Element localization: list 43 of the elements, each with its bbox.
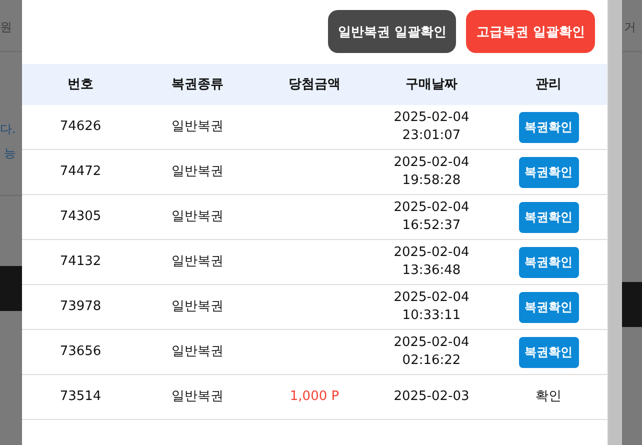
table-cell: 일반복권 — [172, 118, 224, 136]
table-cell: 2025-02-04 10:33:11 — [394, 289, 470, 325]
column-header: 번호 — [68, 76, 94, 94]
background-text: 다. — [0, 121, 16, 138]
table-cell: 2025-02-03 — [394, 388, 470, 406]
table-cell: 1,000 P — [290, 388, 340, 406]
table-cell: 2025-02-04 19:58:28 — [394, 154, 470, 190]
column-header: 복권종류 — [172, 76, 224, 94]
table-cell: 73514 — [60, 388, 102, 406]
table-cell: 일반복권 — [172, 163, 224, 181]
table-cell: 일반복권 — [172, 298, 224, 316]
background-text: 능 — [4, 145, 16, 162]
column-header: 관리 — [536, 76, 562, 94]
check-ticket-button[interactable]: 복권확인 — [518, 156, 578, 188]
table-cell: 74305 — [60, 208, 102, 226]
check-ticket-button[interactable]: 복권확인 — [518, 112, 578, 142]
table-cell: 2025-02-04 16:52:37 — [394, 199, 470, 235]
table-cell: 일반복권 — [172, 388, 224, 406]
table-cell: 74472 — [60, 163, 102, 181]
scrollbar[interactable] — [607, 0, 622, 445]
dark-band — [622, 282, 642, 327]
table-cell: 74626 — [60, 118, 102, 136]
table-cell: 2025-02-04 23:01:07 — [394, 109, 470, 145]
dark-band — [0, 266, 22, 311]
table-cell: 확인 — [536, 388, 562, 406]
table-cell: 2025-02-04 02:16:22 — [394, 334, 470, 370]
batch-check-button[interactable]: 고급복권 일괄확인 — [466, 10, 595, 53]
table-cell: 73656 — [60, 343, 102, 361]
table-cell: 2025-02-04 13:36:48 — [394, 244, 470, 280]
background-text: 원 — [0, 19, 12, 36]
table-cell: 일반복권 — [172, 253, 224, 271]
check-ticket-button[interactable]: 복권확인 — [518, 292, 578, 322]
batch-check-button[interactable]: 일반복권 일괄확인 — [328, 10, 456, 53]
background-text: 거 — [624, 19, 636, 36]
column-header: 당첨금액 — [288, 76, 340, 94]
table-cell: 일반복권 — [172, 208, 224, 226]
column-header: 구매날짜 — [406, 76, 458, 94]
check-ticket-button[interactable]: 복권확인 — [518, 246, 578, 278]
table-cell: 73978 — [60, 298, 102, 316]
check-ticket-button[interactable]: 복권확인 — [518, 202, 578, 232]
table-cell: 74132 — [60, 253, 102, 271]
check-ticket-button[interactable]: 복권확인 — [518, 336, 578, 368]
table-cell: 일반복권 — [172, 343, 224, 361]
